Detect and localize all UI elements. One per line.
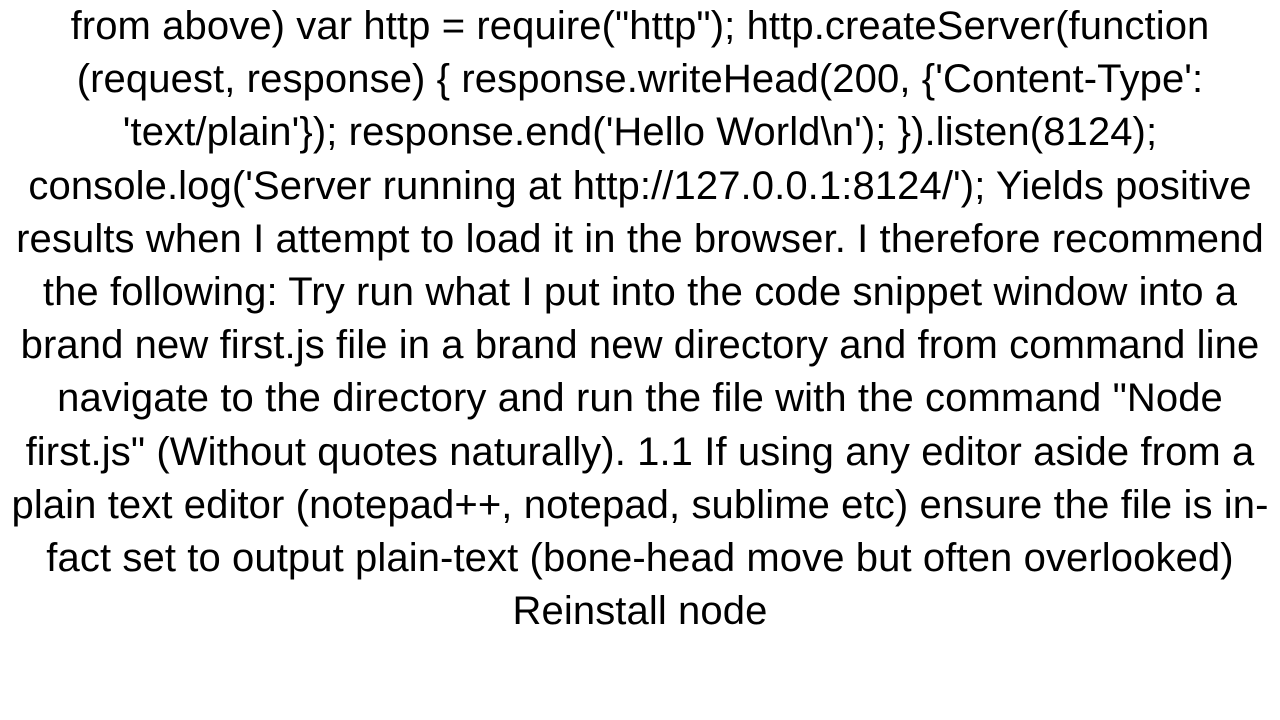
body-text: from above) var http = require("http"); … — [11, 4, 1268, 633]
document-body: from above) var http = require("http"); … — [0, 0, 1280, 720]
